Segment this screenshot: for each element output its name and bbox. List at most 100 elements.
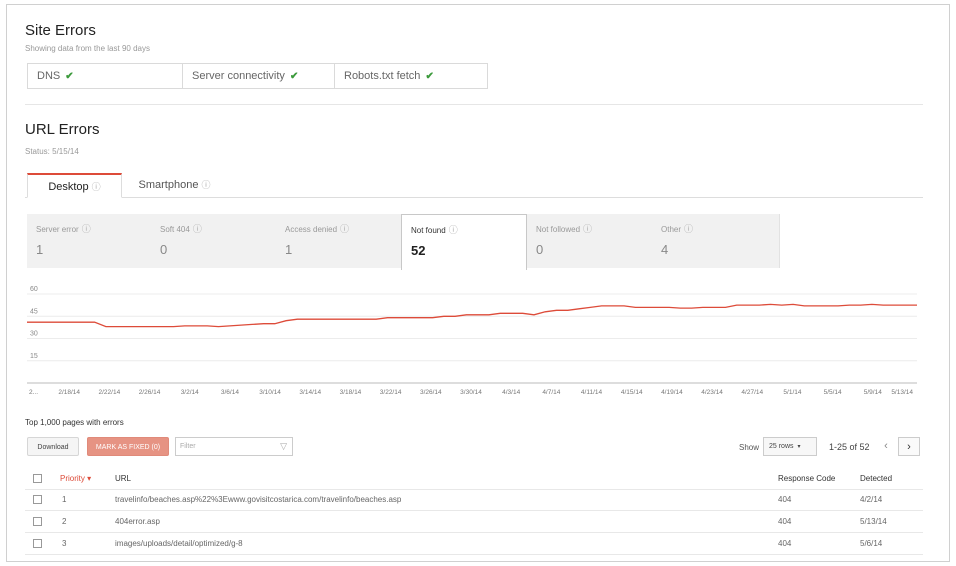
chevron-right-icon: › <box>907 441 911 453</box>
site-errors-subtitle: Showing data from the last 90 days <box>25 44 150 53</box>
check-icon: ✔ <box>289 71 299 82</box>
x-tick-label: 5/9/14 <box>864 389 882 396</box>
row-url[interactable]: travelinfo/beaches.asp%22%3Ewww.govisitc… <box>115 495 401 504</box>
help-icon[interactable]: ⓘ <box>193 224 202 234</box>
x-tick-label: 4/11/14 <box>581 389 603 396</box>
x-tick-label: 3/6/14 <box>221 389 239 396</box>
y-tick-label: 60 <box>30 286 38 293</box>
priority-header[interactable]: Priority ▾ <box>60 474 91 483</box>
category-soft-404[interactable]: Soft 404 ⓘ 0 <box>151 214 277 268</box>
category-not-followed[interactable]: Not followed ⓘ 0 <box>527 214 653 268</box>
response-code-header: Response Code <box>778 474 836 483</box>
chevron-down-icon: ▾ <box>797 444 801 450</box>
category-count: 0 <box>536 242 544 257</box>
x-tick-label: 3/18/14 <box>340 389 362 396</box>
chevron-left-icon: ‹ <box>884 440 888 452</box>
url-errors-title: URL Errors <box>25 121 100 138</box>
server-connectivity-status[interactable]: Server connectivity ✔ <box>182 63 335 89</box>
filter-input[interactable]: Filter ▽ <box>175 437 293 456</box>
row-detected: 4/2/14 <box>860 495 883 504</box>
row-response-code: 404 <box>778 539 792 548</box>
help-icon[interactable]: ⓘ <box>82 224 91 234</box>
row-checkbox[interactable] <box>33 539 42 548</box>
mark-as-fixed-button[interactable]: MARK AS FIXED (0) <box>87 437 169 456</box>
category-not-found[interactable]: Not found ⓘ 52 <box>401 214 527 270</box>
y-tick-label: 30 <box>30 331 38 338</box>
tab-smartphone[interactable]: Smartphone ⓘ <box>122 173 227 198</box>
row-checkbox[interactable] <box>33 495 42 504</box>
row-checkbox[interactable] <box>33 517 42 526</box>
rows-per-page-select[interactable]: 25 rows ▾ <box>763 437 817 456</box>
help-icon[interactable]: ⓘ <box>684 224 693 234</box>
x-tick-label: 4/7/14 <box>542 389 560 396</box>
robots-fetch-status[interactable]: Robots.txt fetch ✔ <box>334 63 488 89</box>
filter-funnel-icon[interactable]: ▽ <box>280 438 287 455</box>
row-response-code: 404 <box>778 495 792 504</box>
url-header: URL <box>115 474 132 483</box>
site-errors-title: Site Errors <box>25 22 96 39</box>
row-divider <box>25 510 923 511</box>
help-icon[interactable]: ⓘ <box>340 224 349 234</box>
y-tick-label: 45 <box>30 308 38 315</box>
help-icon[interactable]: ⓘ <box>449 225 458 235</box>
row-divider <box>25 489 923 490</box>
category-count: 0 <box>160 242 168 257</box>
next-page-button[interactable]: › <box>898 437 920 456</box>
series-line <box>27 303 917 328</box>
category-label: Access denied ⓘ <box>285 224 350 234</box>
dns-label: DNS <box>37 70 61 82</box>
x-tick-label: 3/30/14 <box>460 389 482 396</box>
x-tick-label: 2... <box>29 389 38 396</box>
x-tick-label: 5/1/14 <box>783 389 801 396</box>
x-tick-label: 2/18/14 <box>58 389 80 396</box>
help-icon[interactable]: ⓘ <box>583 224 592 234</box>
tab-smartphone-label: Smartphone <box>138 179 199 191</box>
x-tick-label: 3/2/14 <box>181 389 199 396</box>
check-icon: ✔ <box>65 71 74 82</box>
dns-status[interactable]: DNS ✔ <box>27 63 183 89</box>
server-connectivity-label: Server connectivity <box>192 70 285 82</box>
help-icon[interactable]: ⓘ <box>201 180 210 190</box>
row-response-code: 404 <box>778 517 792 526</box>
filter-placeholder: Filter <box>180 443 196 450</box>
category-access-denied[interactable]: Access denied ⓘ 1 <box>276 214 402 268</box>
help-icon[interactable]: ⓘ <box>92 182 101 192</box>
x-tick-label: 2/26/14 <box>139 389 161 396</box>
row-detected: 5/13/14 <box>860 517 887 526</box>
row-url[interactable]: images/uploads/detail/optimized/g-8 <box>115 539 243 548</box>
category-count: 4 <box>661 242 669 257</box>
category-count: 1 <box>285 242 293 257</box>
x-tick-label: 4/3/14 <box>502 389 520 396</box>
tab-desktop-label: Desktop <box>48 181 89 193</box>
category-count: 1 <box>36 242 44 257</box>
detected-header: Detected <box>860 474 893 483</box>
category-label: Soft 404 ⓘ <box>160 224 202 234</box>
x-tick-label: 4/15/14 <box>621 389 643 396</box>
category-label: Server error ⓘ <box>36 224 91 234</box>
table-caption: Top 1,000 pages with errors <box>25 418 124 427</box>
row-detected: 5/6/14 <box>860 539 883 548</box>
row-url[interactable]: 404error.asp <box>115 517 160 526</box>
x-tick-label: 3/14/14 <box>299 389 321 396</box>
url-errors-chart: 60 45 30 15 2... 2/18/14 2/22/14 2/26/14 3/2/14 3… <box>27 286 917 396</box>
category-count: 52 <box>411 243 426 258</box>
row-divider <box>25 532 923 533</box>
download-button[interactable]: Download <box>27 437 79 456</box>
x-tick-label: 3/26/14 <box>420 389 442 396</box>
x-tick-label: 4/19/14 <box>661 389 683 396</box>
x-tick-label: 4/27/14 <box>741 389 763 396</box>
select-all-checkbox[interactable] <box>33 474 42 483</box>
category-server-error[interactable]: Server error ⓘ 1 <box>27 214 153 268</box>
x-tick-label: 2/22/14 <box>99 389 121 396</box>
url-errors-status: Status: 5/15/14 <box>25 147 79 156</box>
row-priority: 3 <box>62 539 67 548</box>
row-divider <box>25 554 923 555</box>
prev-page-button[interactable]: ‹ <box>875 437 897 456</box>
check-icon: ✔ <box>425 71 434 82</box>
row-priority: 1 <box>62 495 67 504</box>
sort-arrow-icon: ▾ <box>87 474 92 483</box>
tab-desktop[interactable]: Desktop ⓘ <box>27 173 122 198</box>
category-other[interactable]: Other ⓘ 4 <box>652 214 780 268</box>
category-label: Not found ⓘ <box>411 225 458 235</box>
x-tick-label: 4/23/14 <box>701 389 723 396</box>
